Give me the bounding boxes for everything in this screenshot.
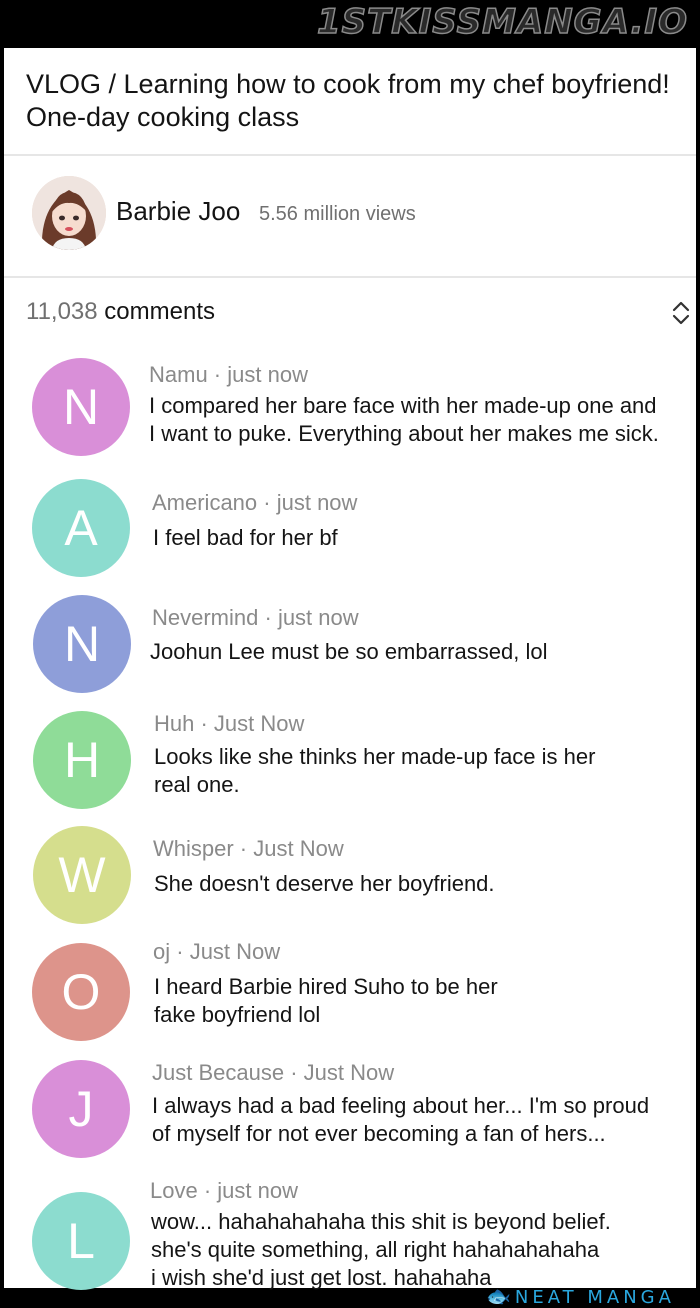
comment-meta: Whisper · Just Now bbox=[153, 836, 344, 862]
chevron-up-down-icon[interactable] bbox=[668, 298, 694, 328]
watermark-text: NEAT MANGA bbox=[514, 1287, 675, 1308]
comment-count: 11,038 bbox=[26, 298, 98, 325]
avatar-illustration-icon bbox=[32, 176, 106, 250]
comment-time: Just Now bbox=[303, 1060, 395, 1085]
meta-separator: · bbox=[257, 490, 277, 515]
comments-label: comments bbox=[104, 298, 215, 325]
comment-text: Joohun Lee must be so embarrassed, lol bbox=[150, 638, 690, 666]
comments-header: 11,038 comments bbox=[26, 298, 215, 326]
meta-separator: · bbox=[194, 711, 214, 736]
comment-meta: Namu · just now bbox=[149, 362, 308, 388]
video-title: VLOG / Learning how to cook from my chef… bbox=[26, 69, 670, 132]
comment-time: just now bbox=[227, 362, 308, 387]
commenter-avatar[interactable]: J bbox=[32, 1060, 130, 1158]
meta-separator: · bbox=[170, 939, 190, 964]
comment-author[interactable]: Namu bbox=[149, 362, 208, 387]
comment-line: fake boyfriend lol bbox=[154, 1002, 321, 1027]
channel-name[interactable]: Barbie Joo bbox=[116, 196, 240, 227]
comment-line: I always had a bad feeling about her... … bbox=[152, 1093, 650, 1118]
view-count: 5.56 million views bbox=[259, 203, 416, 225]
commenter-avatar[interactable]: A bbox=[32, 479, 130, 577]
comment-meta: oj · Just Now bbox=[153, 939, 280, 965]
comment-text: wow... hahahahahaha this shit is beyond … bbox=[151, 1208, 691, 1292]
site-watermark: 1STKISSMANGA.IO bbox=[316, 1, 688, 43]
comment-meta: Americano · just now bbox=[152, 490, 357, 516]
comment-author[interactable]: Just Because bbox=[152, 1060, 284, 1085]
comment-text: I always had a bad feeling about her... … bbox=[152, 1092, 692, 1148]
commenter-avatar[interactable]: O bbox=[32, 943, 130, 1041]
comment-time: Just Now bbox=[189, 939, 281, 964]
comment-text: I feel bad for her bf bbox=[153, 524, 693, 552]
comment-meta: Nevermind · just now bbox=[152, 605, 359, 631]
comment-line: I feel bad for her bf bbox=[153, 525, 338, 550]
comment-time: just now bbox=[277, 605, 359, 630]
comment-text: I heard Barbie hired Suho to be her fake … bbox=[154, 973, 694, 1029]
divider bbox=[4, 276, 696, 278]
comment-line: I want to puke. Everything about her mak… bbox=[149, 421, 659, 446]
meta-separator: · bbox=[233, 836, 254, 861]
comment-meta: Just Because · Just Now bbox=[152, 1060, 394, 1086]
divider bbox=[4, 154, 696, 156]
comment-line: she's quite something, all right hahahah… bbox=[151, 1237, 600, 1262]
comment-time: just now bbox=[276, 490, 358, 515]
comment-author[interactable]: Huh bbox=[154, 711, 194, 736]
comment-line: Joohun Lee must be so embarrassed, lol bbox=[150, 639, 548, 664]
comment-line: I compared her bare face with her made-u… bbox=[149, 393, 657, 418]
top-bar: 1STKISSMANGA.IO bbox=[0, 0, 700, 48]
comment-time: just now bbox=[217, 1178, 298, 1203]
comment-line: of myself for not ever becoming a fan of… bbox=[152, 1121, 606, 1146]
comment-line: wow... hahahahahaha this shit is beyond … bbox=[151, 1209, 611, 1234]
commenter-avatar[interactable]: L bbox=[32, 1192, 130, 1290]
meta-separator: · bbox=[284, 1060, 304, 1085]
comment-line: She doesn't deserve her boyfriend. bbox=[154, 871, 495, 896]
channel-avatar[interactable] bbox=[32, 176, 106, 250]
comment-author[interactable]: Love bbox=[150, 1178, 198, 1203]
comment-time: Just Now bbox=[213, 711, 305, 736]
commenter-avatar[interactable]: N bbox=[33, 595, 131, 693]
comment-line: real one. bbox=[154, 772, 240, 797]
comment-author[interactable]: Americano bbox=[152, 490, 257, 515]
comment-author[interactable]: Whisper bbox=[153, 836, 234, 861]
meta-separator: · bbox=[197, 1178, 218, 1203]
comment-author[interactable]: oj bbox=[153, 939, 170, 964]
comment-text: She doesn't deserve her boyfriend. bbox=[154, 870, 694, 898]
meta-separator: · bbox=[258, 605, 278, 630]
comment-author[interactable]: Nevermind bbox=[152, 605, 258, 630]
commenter-avatar[interactable]: N bbox=[32, 358, 130, 456]
comment-time: Just Now bbox=[253, 836, 344, 861]
comment-text: Looks like she thinks her made-up face i… bbox=[154, 743, 694, 799]
comment-meta: Love · just now bbox=[150, 1178, 298, 1204]
commenter-avatar[interactable]: W bbox=[33, 826, 131, 924]
commenter-avatar[interactable]: H bbox=[33, 711, 131, 809]
video-page: VLOG / Learning how to cook from my chef… bbox=[4, 48, 696, 1308]
comment-meta: Huh · Just Now bbox=[154, 711, 304, 737]
neat-manga-watermark: 🐟 NEAT MANGA bbox=[486, 1284, 675, 1308]
meta-separator: · bbox=[207, 362, 228, 387]
fish-logo-icon: 🐟 bbox=[486, 1284, 511, 1308]
comment-text: I compared her bare face with her made-u… bbox=[149, 392, 689, 448]
comment-line: Looks like she thinks her made-up face i… bbox=[154, 744, 596, 769]
comment-line: I heard Barbie hired Suho to be her bbox=[154, 974, 498, 999]
